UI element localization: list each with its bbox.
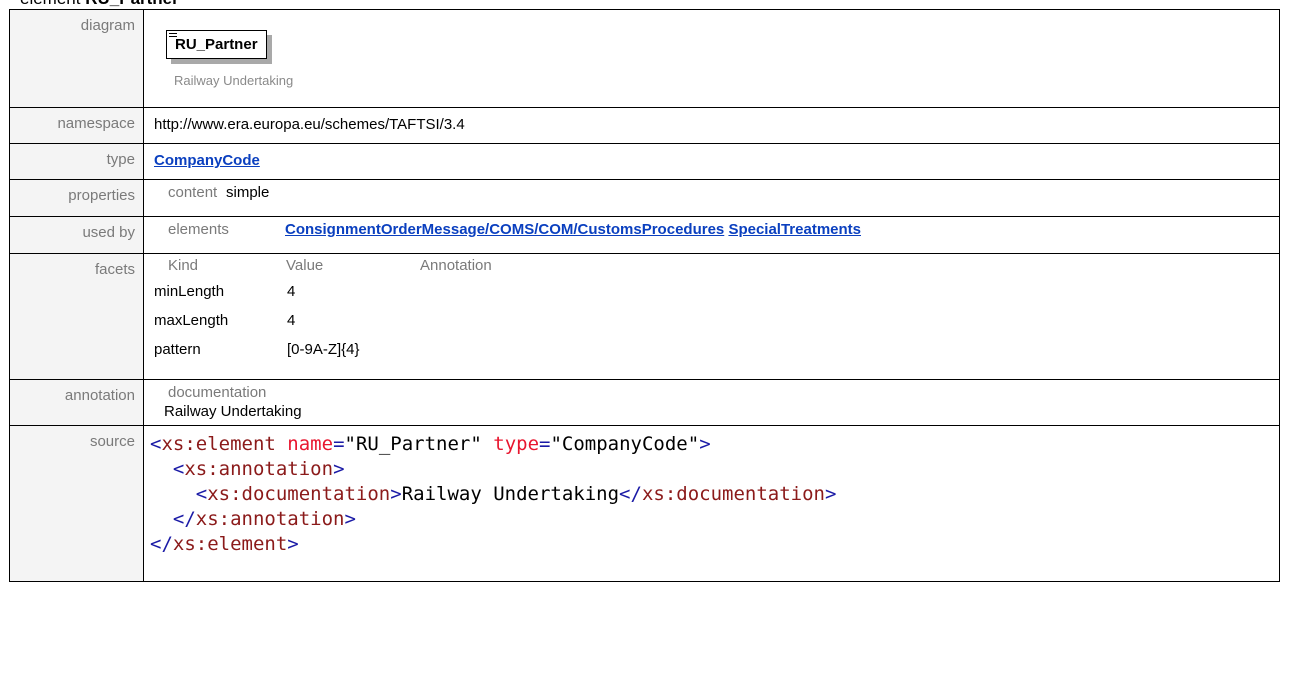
row-type: type CompanyCode: [9, 143, 1280, 180]
facet-kind: minLength: [154, 283, 225, 300]
row-facets: facets Kind Value Annotation minLength 4…: [9, 253, 1280, 380]
row-used-by: used by elements ConsignmentOrderMessage/…: [9, 216, 1280, 254]
facet-value: 4: [287, 283, 296, 300]
source-code: <xs:element name="RU_Partner" type="Comp…: [150, 433, 837, 555]
row-source: source <xs:element name="RU_Partner" typ…: [9, 425, 1280, 582]
facets-header: Kind Value Annotation: [154, 257, 1279, 277]
label-namespace: namespace: [57, 115, 135, 132]
facets-header-kind: Kind: [168, 257, 199, 274]
facet-value: 4: [287, 312, 296, 329]
row-properties: properties content simple: [9, 179, 1280, 217]
used-by-key: elements: [168, 221, 229, 238]
facet-row: pattern [0-9A-Z]{4}: [154, 335, 1279, 364]
namespace-value: http://www.era.europa.eu/schemes/TAFTSI/…: [154, 116, 465, 133]
type-link[interactable]: CompanyCode: [154, 152, 260, 169]
facet-row: maxLength 4: [154, 306, 1279, 335]
row-namespace: namespace http://www.era.europa.eu/schem…: [9, 107, 1280, 144]
facet-value: [0-9A-Z]{4}: [287, 341, 360, 358]
annotation-documentation-header: documentation: [168, 384, 267, 401]
used-by-link-customs-procedures[interactable]: ConsignmentOrderMessage/COMS/COM/Customs…: [285, 221, 724, 238]
label-properties: properties: [68, 187, 135, 204]
page-title-element-name: RU_Partner: [85, 0, 179, 8]
row-diagram: diagram RU_Partner Railway Undertaking: [9, 9, 1280, 108]
diagram-caption: Railway Undertaking: [174, 73, 294, 88]
facet-row: minLength 4: [154, 277, 1279, 306]
label-source: source: [89, 433, 135, 450]
facets-header-value: Value: [286, 257, 324, 274]
label-facets: facets: [94, 261, 135, 278]
used-by-link-special-treatments[interactable]: SpecialTreatments: [728, 221, 861, 238]
element-properties-table: diagram RU_Partner Railway Undertaking n…: [9, 9, 1280, 582]
element-lines-icon: [169, 33, 177, 40]
page-title-prefix: element: [20, 0, 80, 8]
label-used-by: used by: [82, 224, 135, 241]
properties-key: content: [168, 184, 218, 201]
facet-kind: maxLength: [154, 312, 229, 329]
properties-value: simple: [226, 184, 270, 201]
label-annotation: annotation: [64, 387, 135, 404]
facets-header-annotation: Annotation: [420, 257, 492, 274]
diagram-element-name: RU_Partner: [175, 36, 258, 53]
diagram-element-box[interactable]: RU_Partner: [166, 30, 267, 59]
label-diagram: diagram: [80, 17, 135, 34]
annotation-documentation-text: Railway Undertaking: [164, 403, 302, 420]
label-type: type: [106, 151, 135, 168]
row-annotation: annotation documentation Railway Underta…: [9, 379, 1280, 426]
page-title: element RU_Partner: [20, 0, 179, 9]
facet-kind: pattern: [154, 341, 201, 358]
